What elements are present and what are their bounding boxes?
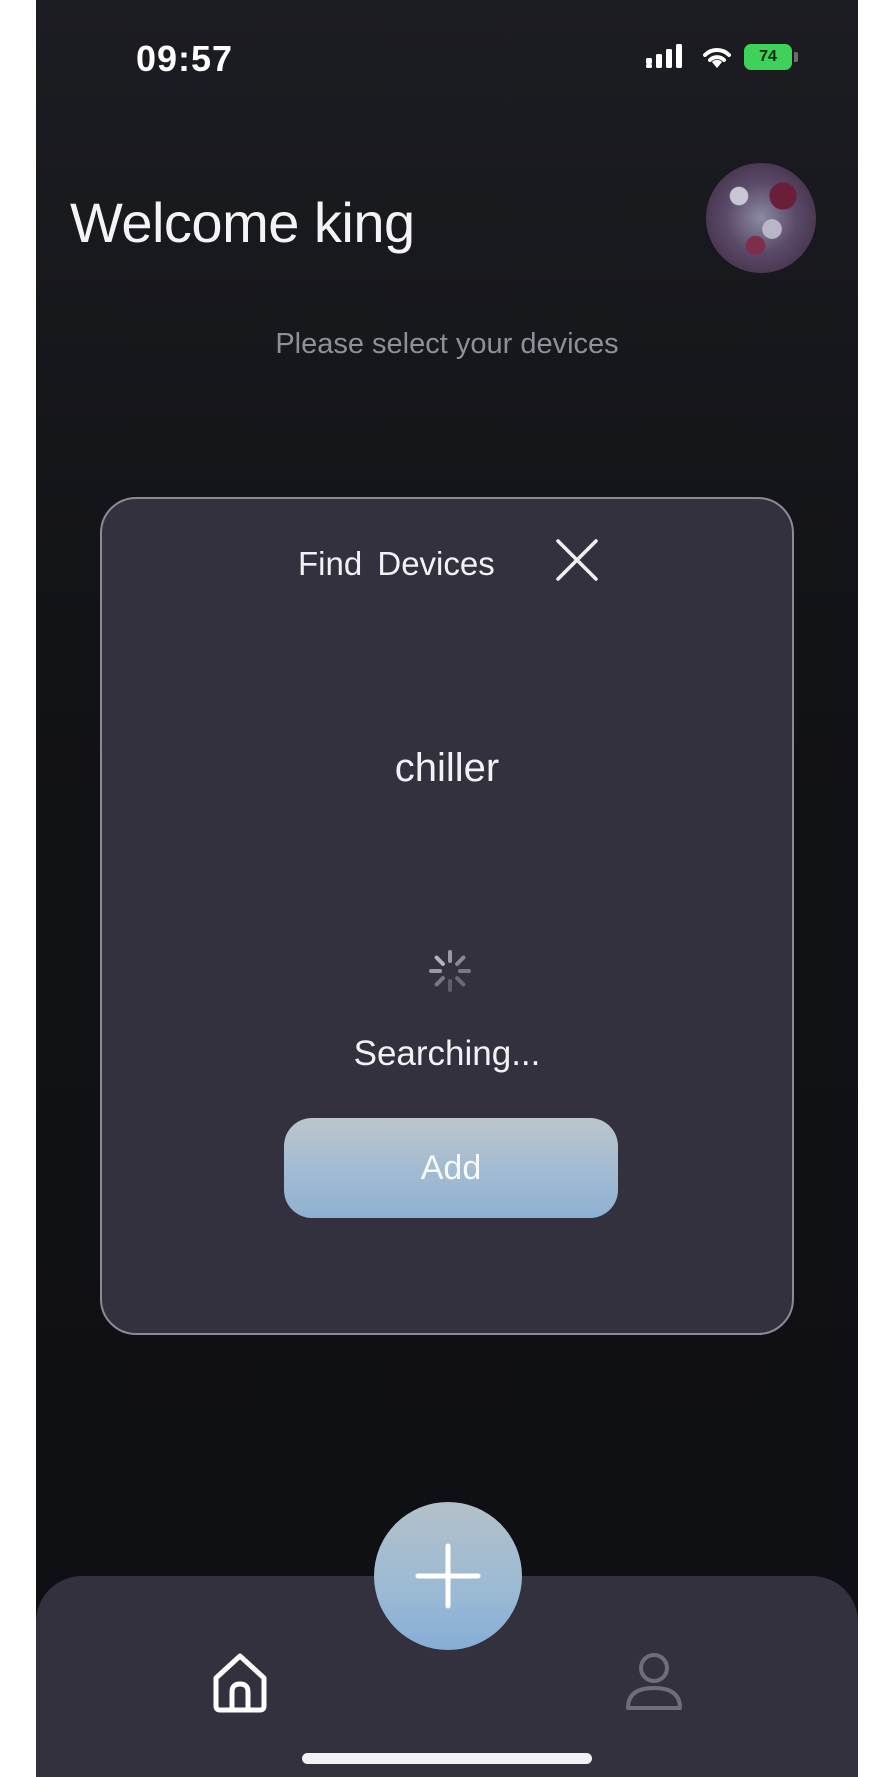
home-icon <box>213 1653 267 1713</box>
status-time: 09:57 <box>136 38 234 79</box>
wifi-icon <box>703 48 731 68</box>
subtitle: Please select your devices <box>275 328 619 360</box>
find-devices-dialog: Find Devices chiller Searching... Add <box>100 497 794 1335</box>
loading-spinner-icon <box>429 950 471 992</box>
add-device-button[interactable] <box>374 1502 522 1650</box>
status-icons: 74 <box>646 44 798 70</box>
nav-home-button[interactable] <box>206 1648 274 1716</box>
battery-nub <box>794 52 798 62</box>
battery-level: 74 <box>759 48 777 65</box>
nav-profile-button[interactable] <box>620 1648 688 1716</box>
device-name[interactable]: chiller <box>102 746 792 791</box>
phone-screen: 09:57 74 Welcome king Please select your… <box>36 0 858 1777</box>
searching-status: Searching... <box>353 1034 541 1073</box>
avatar[interactable] <box>706 163 816 273</box>
home-indicator <box>302 1753 592 1764</box>
plus-icon <box>415 1543 481 1609</box>
close-button[interactable] <box>550 533 604 587</box>
profile-icon <box>626 1653 682 1710</box>
close-icon <box>556 539 598 581</box>
signal-icon <box>646 44 682 68</box>
add-button[interactable]: Add <box>284 1118 618 1218</box>
welcome-title: Welcome king <box>70 191 415 254</box>
dialog-title: Find Devices <box>298 545 495 582</box>
battery-icon: 74 <box>744 44 798 70</box>
